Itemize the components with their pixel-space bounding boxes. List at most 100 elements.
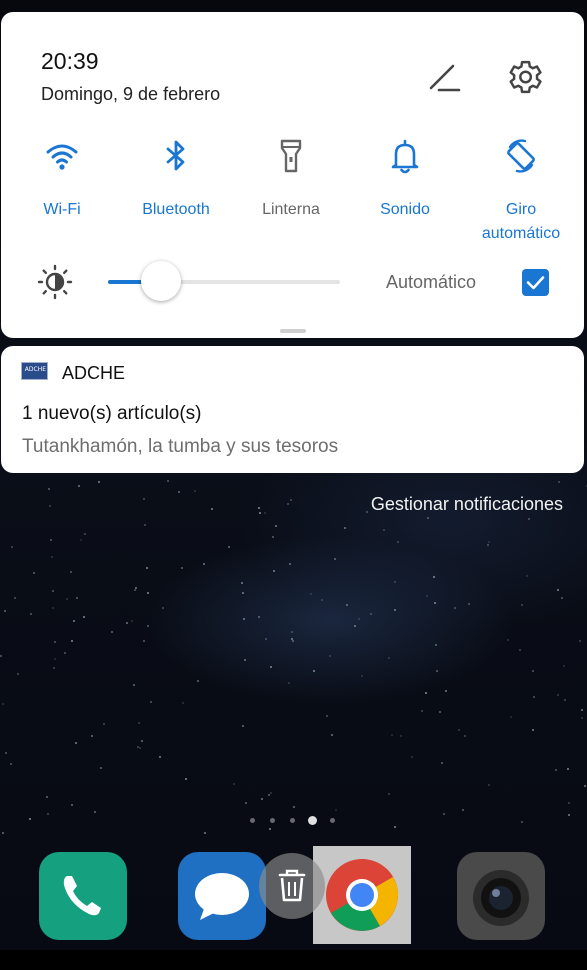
delete-button[interactable] [259, 853, 325, 919]
tile-bluetooth-label: Bluetooth [142, 201, 210, 218]
wallpaper-star [467, 602, 470, 605]
wallpaper-star [241, 582, 244, 585]
notification-card[interactable]: ADCHE ADCHE 1 nuevo(s) artículo(s) Tutan… [1, 346, 584, 473]
messages-icon [195, 873, 249, 920]
phone-app-icon[interactable] [39, 852, 127, 940]
wallpaper-star [126, 621, 129, 624]
wallpaper-star [432, 576, 435, 579]
wallpaper-star [70, 639, 73, 642]
wifi-icon [46, 144, 78, 170]
wallpaper-star [10, 545, 13, 548]
clock-time: 20:39 [41, 48, 99, 74]
wallpaper-star [258, 615, 260, 618]
wallpaper-star [487, 544, 490, 547]
wallpaper-star [16, 673, 19, 676]
tile-flashlight[interactable]: Linterna [236, 136, 346, 222]
wallpaper-star [420, 710, 423, 713]
wallpaper-star [14, 596, 17, 599]
wallpaper-star [560, 596, 563, 599]
wallpaper-star [244, 659, 246, 662]
wallpaper-star [270, 791, 273, 794]
wallpaper-star [143, 498, 146, 501]
wallpaper-star [181, 701, 184, 704]
wallpaper-star [143, 639, 146, 642]
wallpaper-star [137, 721, 140, 724]
wallpaper-star [242, 592, 245, 595]
wallpaper-star [260, 797, 263, 800]
wallpaper-star [258, 512, 261, 515]
wallpaper-star [453, 606, 456, 609]
tile-bluetooth[interactable]: Bluetooth [121, 136, 231, 222]
tile-auto-rotate[interactable]: Giro automático [466, 136, 576, 246]
wallpaper-star [69, 571, 72, 574]
wallpaper-star [184, 778, 187, 781]
wallpaper-star [53, 667, 56, 670]
wallpaper-star [258, 507, 261, 510]
wallpaper-star [457, 729, 460, 732]
wallpaper-star [424, 691, 427, 694]
wallpaper-star [83, 616, 86, 618]
wallpaper-star [147, 624, 150, 627]
wallpaper-star [286, 503, 289, 506]
page-dot [270, 818, 275, 823]
wallpaper-star [442, 812, 445, 815]
wallpaper-star [394, 608, 397, 611]
camera-app-icon[interactable] [457, 852, 545, 940]
app-logo-icon: ADCHE [21, 362, 48, 380]
wallpaper-star [210, 507, 213, 510]
wallpaper-star [146, 592, 149, 595]
wallpaper-star [33, 572, 36, 575]
flashlight-icon [280, 139, 302, 173]
messages-app-icon[interactable] [178, 852, 266, 940]
app-logo-text: ADCHE [24, 366, 46, 373]
wallpaper-star [334, 557, 337, 560]
wallpaper-star [387, 793, 390, 796]
manage-notifications-link[interactable]: Gestionar notificaciones [371, 494, 563, 515]
wallpaper-star [4, 609, 7, 612]
wallpaper-star [425, 595, 428, 598]
wallpaper-star [269, 828, 272, 831]
wallpaper-star [557, 480, 560, 483]
tile-sound[interactable]: Sonido [350, 136, 460, 222]
wallpaper-star [84, 532, 87, 535]
wallpaper-star [518, 649, 521, 652]
wallpaper-star [140, 740, 143, 743]
gear-icon [509, 60, 542, 94]
wallpaper-star [54, 658, 57, 661]
settings-button[interactable] [503, 56, 545, 98]
wallpaper-star [556, 694, 559, 697]
wallpaper-star [0, 655, 3, 658]
wallpaper-star [292, 806, 295, 809]
wallpaper-star [111, 630, 114, 633]
wallpaper-star [427, 517, 430, 520]
wallpaper-star [178, 490, 181, 493]
tile-wifi[interactable]: Wi-Fi [7, 136, 117, 222]
auto-rotate-icon [507, 139, 535, 173]
wallpaper-star [70, 803, 73, 806]
panel-drag-handle[interactable] [280, 329, 306, 333]
wallpaper-star [509, 715, 512, 718]
wallpaper-star [321, 598, 324, 601]
wallpaper-star [66, 598, 69, 601]
wallpaper-star [387, 656, 390, 659]
wallpaper-star [149, 701, 152, 704]
brightness-slider-thumb[interactable] [141, 261, 182, 301]
wallpaper-star [4, 752, 7, 755]
wallpaper-star [526, 575, 529, 578]
wallpaper-star [93, 811, 96, 814]
wallpaper-star [366, 511, 369, 514]
edit-button[interactable] [425, 60, 465, 96]
tile-sound-label: Sonido [380, 201, 430, 218]
wallpaper-star [102, 722, 105, 725]
auto-brightness-checkbox[interactable] [522, 269, 549, 296]
wallpaper-star [487, 540, 490, 543]
wallpaper-star [360, 674, 363, 677]
chrome-icon [326, 859, 398, 931]
page-dot [330, 818, 335, 823]
brightness-slider[interactable] [108, 261, 340, 301]
chrome-app-icon[interactable] [313, 846, 411, 944]
wallpaper-star [583, 785, 586, 788]
wallpaper-star [462, 809, 465, 812]
wallpaper-star [9, 763, 12, 766]
wallpaper-star [158, 755, 161, 758]
